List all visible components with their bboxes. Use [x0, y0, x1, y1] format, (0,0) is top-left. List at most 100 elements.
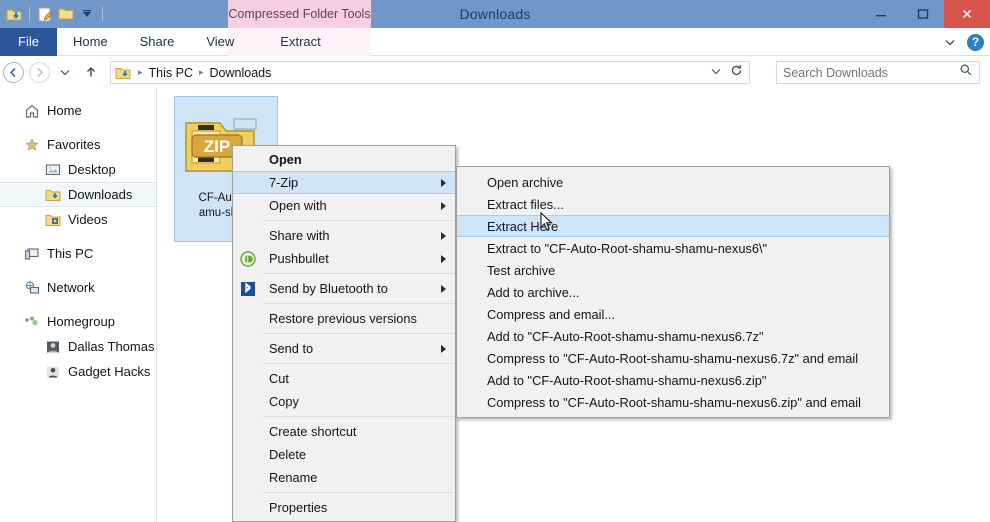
submenu-item-extract-to-folder[interactable]: Extract to "CF-Auto-Root-shamu-shamu-nex…	[457, 237, 889, 259]
recent-locations-icon[interactable]	[52, 59, 78, 85]
menu-item-label: Send by Bluetooth to	[269, 281, 388, 296]
submenu-item-extract-files[interactable]: Extract files...	[457, 193, 889, 215]
submenu-7-zip[interactable]: Open archive Extract files... Extract He…	[456, 166, 890, 418]
star-icon	[24, 137, 40, 153]
user-icon	[45, 364, 61, 380]
forward-button[interactable]	[26, 59, 52, 85]
sidebar-item-homegroup[interactable]: Homegroup	[0, 309, 156, 334]
menu-item-rename[interactable]: Rename	[233, 466, 455, 489]
submenu-item-label: Extract files...	[487, 196, 564, 212]
breadcrumb-separator-1: ▸	[198, 67, 204, 77]
sidebar-item-videos[interactable]: Videos	[0, 207, 156, 232]
menu-item-label: Open	[269, 152, 302, 167]
menu-item-pushbullet[interactable]: Pushbullet	[233, 247, 455, 270]
menu-item-share-with[interactable]: Share with	[233, 224, 455, 247]
back-button[interactable]	[0, 59, 26, 85]
sidebar-item-network[interactable]: Network	[0, 275, 156, 300]
up-button[interactable]	[78, 59, 104, 85]
submenu-arrow-icon	[441, 178, 446, 187]
maximize-button[interactable]	[902, 0, 944, 28]
help-icon[interactable]: ?	[967, 33, 984, 51]
address-breadcrumb-box[interactable]: ▸ This PC ▸ Downloads	[110, 61, 750, 84]
sidebar-item-favorites[interactable]: Favorites	[0, 132, 156, 157]
menu-item-properties[interactable]: Properties	[233, 496, 455, 519]
submenu-item-compress-to-zip-and-email[interactable]: Compress to "CF-Auto-Root-shamu-shamu-ne…	[457, 391, 889, 413]
pushbullet-icon	[240, 250, 256, 267]
breadcrumb-this-pc[interactable]: This PC	[146, 66, 196, 80]
search-input[interactable]: Search Downloads	[776, 61, 980, 84]
menu-item-delete[interactable]: Delete	[233, 443, 455, 466]
refresh-icon[interactable]	[730, 64, 743, 82]
bluetooth-icon	[240, 281, 256, 297]
tab-home[interactable]: Home	[57, 28, 124, 56]
submenu-item-add-to-archive[interactable]: Add to archive...	[457, 281, 889, 303]
contextual-tab-header: Compressed Folder Tools	[228, 0, 371, 28]
sidebar-item-dallas-thomas[interactable]: Dallas Thomas	[0, 334, 156, 359]
submenu-item-compress-and-email[interactable]: Compress and email...	[457, 303, 889, 325]
ribbon-tab-list: File Home Share View Extract	[0, 28, 351, 56]
sidebar-item-downloads[interactable]: Downloads	[0, 182, 156, 207]
menu-item-restore-previous-versions[interactable]: Restore previous versions	[233, 307, 455, 330]
tab-share[interactable]: Share	[124, 28, 191, 56]
submenu-item-test-archive[interactable]: Test archive	[457, 259, 889, 281]
sidebar-label: Favorites	[47, 137, 101, 152]
close-button[interactable]	[944, 0, 990, 28]
menu-item-label: Copy	[269, 394, 299, 409]
search-icon[interactable]	[959, 63, 973, 82]
menu-item-send-to[interactable]: Send to	[233, 337, 455, 360]
menu-item-send-by-bluetooth-to[interactable]: Send by Bluetooth to	[233, 277, 455, 300]
sidebar-label: Homegroup	[47, 314, 115, 329]
minimize-button[interactable]	[860, 0, 902, 28]
submenu-item-label: Add to archive...	[487, 284, 580, 300]
menu-item-open[interactable]: Open	[233, 148, 455, 171]
submenu-item-label: Compress and email...	[487, 306, 616, 322]
svg-text:ZIP: ZIP	[204, 137, 230, 156]
tab-extract[interactable]: Extract	[250, 28, 350, 56]
sidebar-label: Network	[47, 280, 95, 295]
submenu-item-open-archive[interactable]: Open archive	[457, 171, 889, 193]
sidebar-item-gadget-hacks[interactable]: Gadget Hacks	[0, 359, 156, 384]
menu-separator	[263, 492, 455, 493]
menu-item-label: Delete	[269, 447, 306, 462]
address-dropdown-icon[interactable]	[710, 64, 722, 82]
menu-separator	[263, 303, 455, 304]
menu-item-label: Share with	[269, 228, 330, 243]
breadcrumb-separator-0: ▸	[138, 67, 143, 77]
menu-item-copy[interactable]: Copy	[233, 390, 455, 413]
sidebar-item-this-pc[interactable]: This PC	[0, 241, 156, 266]
sidebar-label: Dallas Thomas	[68, 339, 155, 354]
menu-item-create-shortcut[interactable]: Create shortcut	[233, 420, 455, 443]
submenu-item-compress-to-7z-and-email[interactable]: Compress to "CF-Auto-Root-shamu-shamu-ne…	[457, 347, 889, 369]
submenu-item-add-to-zip[interactable]: Add to "CF-Auto-Root-shamu-shamu-nexus6.…	[457, 369, 889, 391]
menu-item-cut[interactable]: Cut	[233, 367, 455, 390]
submenu-item-label: Add to "CF-Auto-Root-shamu-shamu-nexus6.…	[487, 328, 764, 344]
chevron-down-icon[interactable]	[943, 35, 957, 49]
tab-file[interactable]: File	[0, 28, 57, 56]
sidebar-label: Desktop	[68, 162, 116, 177]
menu-item-label: Cut	[269, 371, 289, 386]
submenu-arrow-icon	[441, 201, 446, 210]
context-menu[interactable]: Open 7-Zip Open with Share with Pushbull…	[232, 145, 456, 522]
submenu-item-add-to-7z[interactable]: Add to "CF-Auto-Root-shamu-shamu-nexus6.…	[457, 325, 889, 347]
menu-item-7-zip[interactable]: 7-Zip	[233, 171, 455, 194]
downloads-folder-icon	[45, 187, 61, 203]
window-title: Downloads	[459, 6, 531, 22]
sidebar-item-home[interactable]: Home	[0, 98, 156, 123]
breadcrumb-downloads[interactable]: Downloads	[207, 66, 275, 80]
desktop-icon	[45, 162, 61, 178]
submenu-item-label: Extract Here	[487, 218, 559, 234]
menu-separator	[263, 333, 455, 334]
menu-separator	[263, 220, 455, 221]
sidebar-item-desktop[interactable]: Desktop	[0, 157, 156, 182]
sidebar-label: Downloads	[68, 187, 133, 202]
user-photo-icon	[45, 339, 61, 355]
address-bar: ▸ This PC ▸ Downloads Search Downloads	[0, 57, 990, 87]
menu-item-label: Send to	[269, 341, 314, 356]
menu-item-open-with[interactable]: Open with	[233, 194, 455, 217]
submenu-item-extract-here[interactable]: Extract Here	[457, 215, 889, 237]
submenu-arrow-icon	[441, 231, 446, 240]
tab-view[interactable]: View	[190, 28, 250, 56]
